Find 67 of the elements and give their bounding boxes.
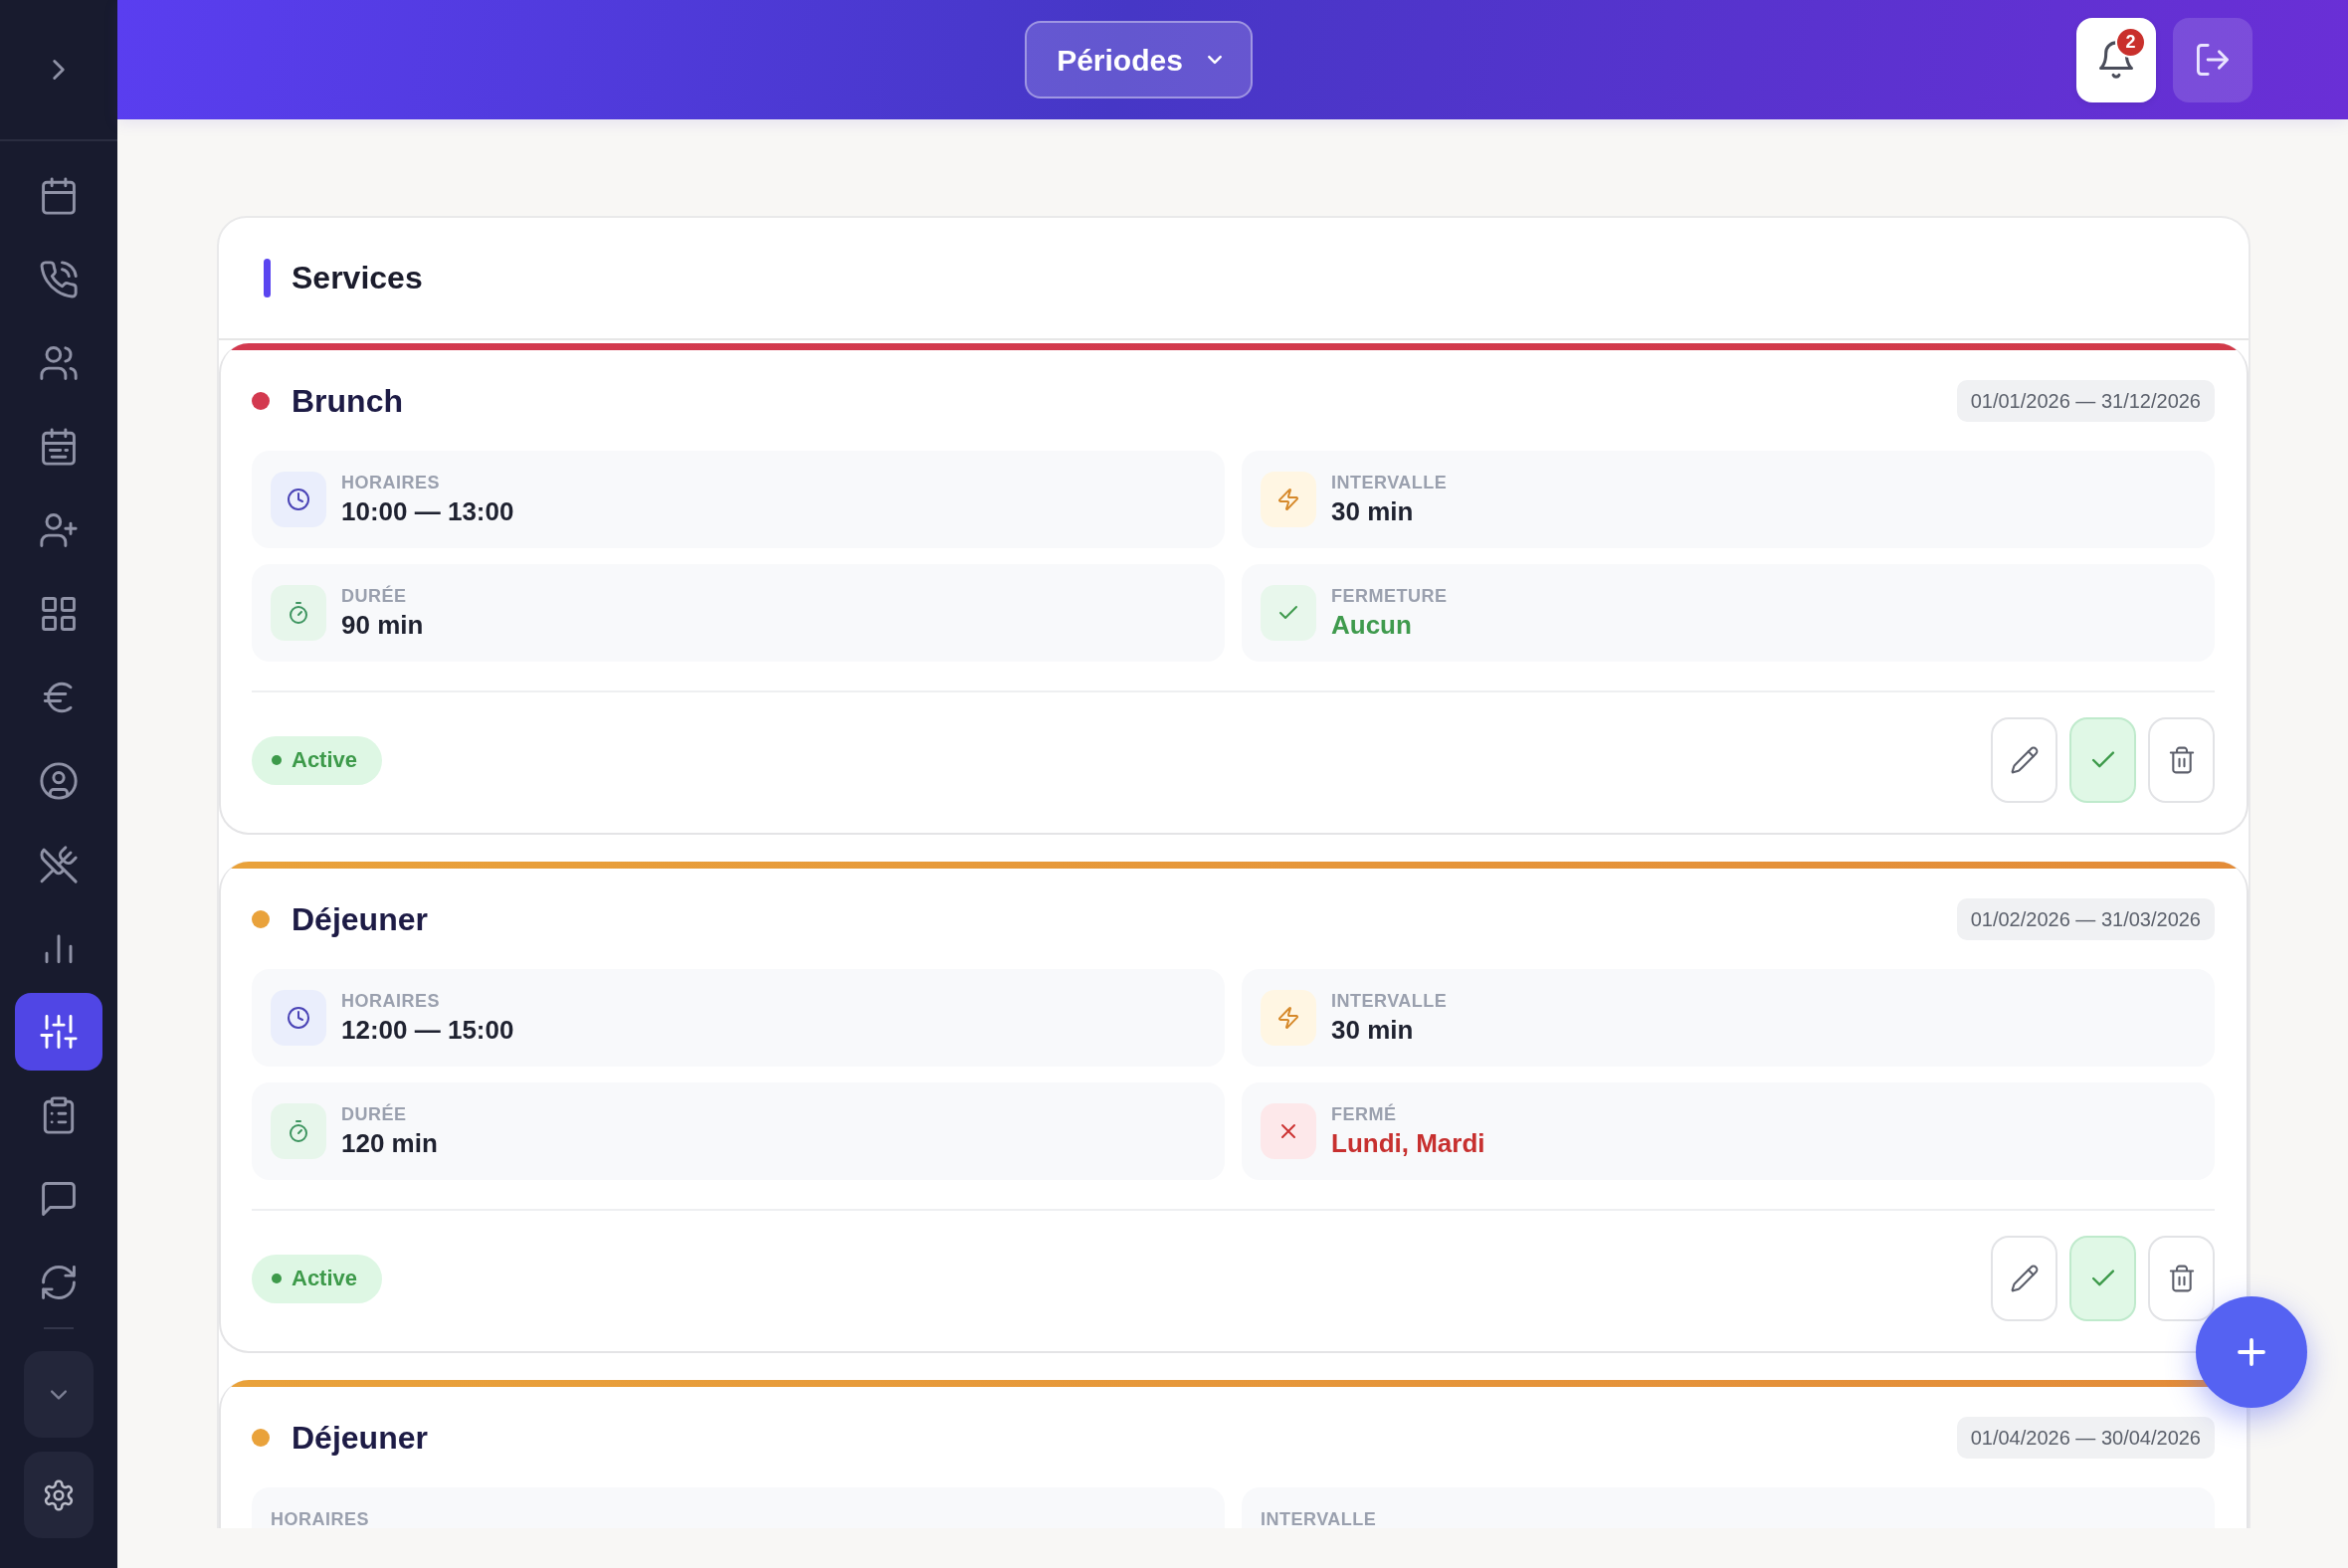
detail-value: 10:00 — 13:00 [341, 495, 514, 527]
users-icon [41, 345, 77, 381]
user-plus-icon [41, 512, 77, 548]
grid-icon [41, 596, 77, 632]
date-range-badge: 01/04/2026 — 30/04/2026 [1956, 1417, 2215, 1459]
phone-icon [41, 262, 77, 297]
detail-label: DURÉE [341, 1103, 408, 1125]
detail-value: Aucun [1331, 609, 1413, 641]
status-dot-icon [272, 1274, 282, 1283]
edit-button[interactable] [1991, 1236, 2057, 1321]
notification-count-badge: 2 [2115, 26, 2146, 58]
calendar-lines-icon [41, 429, 77, 465]
fork-knife-icon [41, 847, 77, 882]
sliders-icon [41, 1014, 77, 1050]
pencil-icon [2011, 747, 2038, 773]
trash-icon [2168, 747, 2195, 773]
title-accent-bar [264, 259, 271, 297]
date-range-badge: 01/02/2026 — 31/03/2026 [1956, 898, 2215, 940]
status-label: Active [292, 1268, 358, 1289]
detail-value: Lundi, Mardi [1331, 1127, 1485, 1159]
add-button[interactable] [2196, 1296, 2307, 1408]
toggle-active-button[interactable] [2069, 1236, 2136, 1321]
date-range-badge: 01/01/2026 — 31/12/2026 [1956, 380, 2215, 422]
detail-label: HORAIRES [271, 1508, 369, 1528]
calendar-icon [41, 178, 77, 214]
detail-value: 30 min [1331, 1014, 1415, 1046]
notifications-button[interactable]: 2 [2076, 17, 2156, 102]
status-dot-icon [272, 755, 282, 765]
detail-label: INTERVALLE [1331, 990, 1448, 1012]
pencil-icon [2011, 1266, 2038, 1291]
logout-icon [2196, 43, 2230, 77]
clock-icon [271, 472, 326, 527]
detail-value: 90 min [341, 609, 424, 641]
detail-value: 120 min [341, 1127, 438, 1159]
status-label: Active [292, 749, 358, 771]
detail-label: HORAIRES [341, 990, 441, 1012]
clipboard-icon [41, 1097, 77, 1133]
chat-bubble-icon [41, 1181, 77, 1217]
user-circle-icon [41, 763, 77, 799]
delete-button[interactable] [2148, 717, 2215, 803]
edit-button[interactable] [1991, 717, 2057, 803]
toggle-active-button[interactable] [2069, 717, 2136, 803]
lightning-icon [1261, 472, 1316, 527]
refresh-icon [41, 1265, 77, 1300]
service-name: Déjeuner [292, 899, 428, 939]
panel-title: Services [292, 259, 423, 297]
detail-label: HORAIRES [341, 472, 441, 493]
logout-button[interactable] [2173, 17, 2252, 102]
settings-icon [44, 1479, 74, 1510]
settings-button[interactable] [24, 1452, 94, 1538]
detail-label: DURÉE [341, 585, 408, 607]
stopwatch-icon [271, 1103, 326, 1159]
clock-icon [271, 990, 326, 1046]
sidebar-item[interactable] [15, 993, 102, 1071]
detail-value: 12:00 — 15:00 [341, 1014, 514, 1046]
service-name: Déjeuner [292, 1418, 428, 1458]
detail-label: FERMÉ [1331, 1103, 1398, 1125]
lightning-icon [1261, 990, 1316, 1046]
service-name: Brunch [292, 381, 403, 421]
trash-icon [2168, 1266, 2195, 1291]
detail-label: INTERVALLE [1331, 472, 1448, 493]
stopwatch-icon [271, 585, 326, 641]
delete-button[interactable] [2148, 1236, 2215, 1321]
detail-label: FERMETURE [1331, 585, 1448, 607]
detail-label: INTERVALLE [1261, 1508, 1377, 1528]
detail-value: 30 min [1331, 495, 1415, 527]
periods-dropdown[interactable]: Périodes [1025, 21, 1253, 98]
